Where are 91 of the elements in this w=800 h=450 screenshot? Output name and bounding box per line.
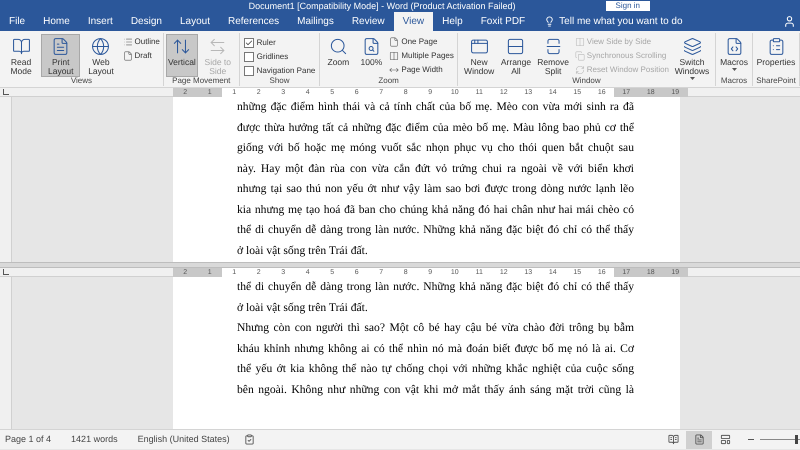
group-label: Window — [572, 76, 601, 86]
page-icon — [694, 434, 704, 445]
text-line: thể di chuyển dễ dàng trong làn nước. Những khả năng đặc biệt đó chỉ có thể thấy — [237, 222, 634, 238]
two-columns-icon — [389, 50, 400, 60]
page-count[interactable]: Page 1 of 4 — [5, 432, 52, 446]
ribbon-button[interactable]: 100% — [355, 34, 388, 77]
ribbon-tab[interactable]: Design — [122, 12, 171, 31]
tab-selector-icon[interactable] — [3, 89, 9, 95]
ribbon-tab[interactable]: Foxit PDF — [472, 12, 534, 31]
group-label: Show — [270, 76, 290, 86]
language[interactable]: English (United States) — [138, 432, 230, 446]
search-icon — [328, 37, 348, 56]
text-line: kia nhưng mẹ tạo hoá đã ban cho chúng khả năng đó hai chân như hai mái chèo có — [237, 202, 634, 218]
page-icon — [389, 36, 400, 46]
slider-thumb[interactable] — [795, 435, 798, 444]
ribbon-tab[interactable]: Help — [433, 12, 472, 31]
ribbon-tab[interactable]: References — [219, 12, 288, 31]
ribbon-button[interactable]: Properties — [755, 34, 798, 77]
text-line: thể yếu ớt kia không thể nào tự chống chọi với những khắc nghiệt của cuộc sống — [237, 361, 634, 377]
code-page-icon — [724, 37, 744, 56]
layers-icon — [682, 37, 702, 56]
ribbon-button[interactable]: Remove Split — [533, 34, 573, 77]
ribbon-button[interactable]: Arrange All — [499, 34, 532, 77]
horizontal-arrows-icon — [208, 37, 228, 56]
ribbon-small-button[interactable]: One Page — [388, 35, 455, 48]
page-icon — [122, 50, 133, 60]
ribbon-small-button[interactable]: Multiple Pages — [388, 49, 455, 62]
group-label: SharePoint — [756, 76, 796, 86]
ribbon-small-button[interactable]: Page Width — [388, 63, 455, 76]
text-line: ở loài vật sống trên Trái đất. — [237, 300, 369, 316]
ribbon-button[interactable]: Web Layout — [81, 34, 121, 77]
book-icon — [668, 434, 678, 445]
check-icon — [244, 38, 253, 46]
group-label: Page Movement — [172, 76, 230, 86]
globe-icon — [91, 37, 110, 56]
checkbox[interactable] — [244, 66, 254, 76]
window-title: Document1 [Compatibility Mode] - Word (Product Activation Failed) — [248, 1, 516, 11]
user-icon[interactable] — [783, 15, 796, 28]
vertical-arrows-icon — [172, 37, 192, 56]
tell-me-field[interactable]: Tell me what you want to do — [559, 14, 683, 29]
ribbon-small-button[interactable]: Draft — [122, 49, 161, 62]
text-line: giống với bố hoặc mẹ móng vuốt sắc nhọn phục vụ cho thói quen bắt chuột sau — [237, 140, 634, 156]
ribbon-button[interactable]: Read Mode — [2, 34, 40, 77]
ribbon-button[interactable]: Switch Windows — [671, 34, 714, 77]
checkbox[interactable] — [244, 38, 254, 48]
lightbulb-icon — [544, 16, 556, 27]
page-icon — [51, 37, 70, 56]
text-line: ở loài vật sống trên Trái đất. — [237, 242, 369, 258]
book-icon — [12, 37, 31, 56]
two-columns-icon — [574, 36, 585, 46]
copy-icon — [574, 50, 585, 60]
group-label: Macros — [720, 76, 748, 86]
tab-selector-icon[interactable] — [3, 269, 9, 275]
text-line: kháu khỉnh nhưng không ai có thể nhìn nó mà đoán biết được bố mẹ nó là ai. Cơ — [237, 340, 634, 356]
checkbox-option[interactable]: Navigation Pane — [244, 64, 316, 77]
ribbon-button[interactable]: Macros — [718, 34, 750, 77]
text-line: nhưng tại sao thú non yếu ớt như vậy làm sao bơi được trong dòng nước lạnh lẽo — [237, 181, 634, 197]
ribbon-tab[interactable]: Layout — [170, 12, 219, 31]
stacked-windows-icon — [506, 37, 526, 56]
text-line: bên ngoài. Không như những con vật khi mở mắt thấy ánh sáng mặt trời cũng là — [237, 382, 634, 398]
ribbon-tab[interactable]: View — [394, 12, 434, 31]
web-page-icon — [720, 434, 730, 445]
refresh-icon — [574, 64, 585, 74]
checkbox-option[interactable]: Ruler — [244, 36, 316, 49]
text-line: thể di chuyển dễ dàng trong làn nước. Những khả năng đặc biệt đó chỉ có thể thấy — [237, 279, 634, 295]
checkbox-option[interactable]: Gridlines — [244, 50, 316, 63]
checkbox[interactable] — [244, 52, 254, 62]
text-line: này. Hay một đàn rùa con vừa cắn đứt vỏ trứng chui ra ngoài về với biển khơi — [237, 160, 634, 176]
window-icon — [470, 37, 489, 56]
text-line: Nhưng còn con người thì sao? Một cô bé hay cậu bé vừa chào đời trông bụ bẫm — [237, 320, 634, 336]
ribbon-tab[interactable]: Insert — [78, 12, 122, 31]
group-label: Zoom — [378, 76, 399, 86]
text-line: những đặc điểm hình thái và cả tính chất của bố mẹ. Mèo con vừa mới sinh ra đã — [237, 99, 634, 115]
page-search-icon — [362, 37, 381, 56]
view-button[interactable] — [686, 430, 712, 448]
ribbon-button[interactable]: New Window — [460, 34, 498, 77]
group-label: Views — [70, 76, 92, 86]
ribbon-button[interactable]: Zoom — [322, 34, 354, 77]
ribbon-tab[interactable]: Home — [34, 12, 79, 31]
ribbon-tab[interactable]: Mailings — [288, 12, 343, 31]
ribbon-small-button[interactable]: Outline — [122, 35, 161, 48]
ribbon-tab[interactable]: Review — [342, 12, 394, 31]
word-count[interactable]: 1421 words — [71, 432, 118, 446]
clipboard-list-icon — [766, 37, 786, 56]
clipboard-icon[interactable] — [244, 434, 255, 445]
text-line: được thừa hưởng tất cả những đặc điểm của mèo bố mẹ. Màu lông bao phủ cơ thể — [237, 120, 634, 136]
ribbon-button[interactable]: Vertical — [166, 34, 198, 77]
ribbon-button[interactable]: Print Layout — [41, 34, 80, 77]
ribbon-tab[interactable]: File — [0, 12, 34, 31]
split-window-icon — [544, 37, 563, 56]
sign-in-button[interactable]: Sign in — [606, 1, 650, 11]
